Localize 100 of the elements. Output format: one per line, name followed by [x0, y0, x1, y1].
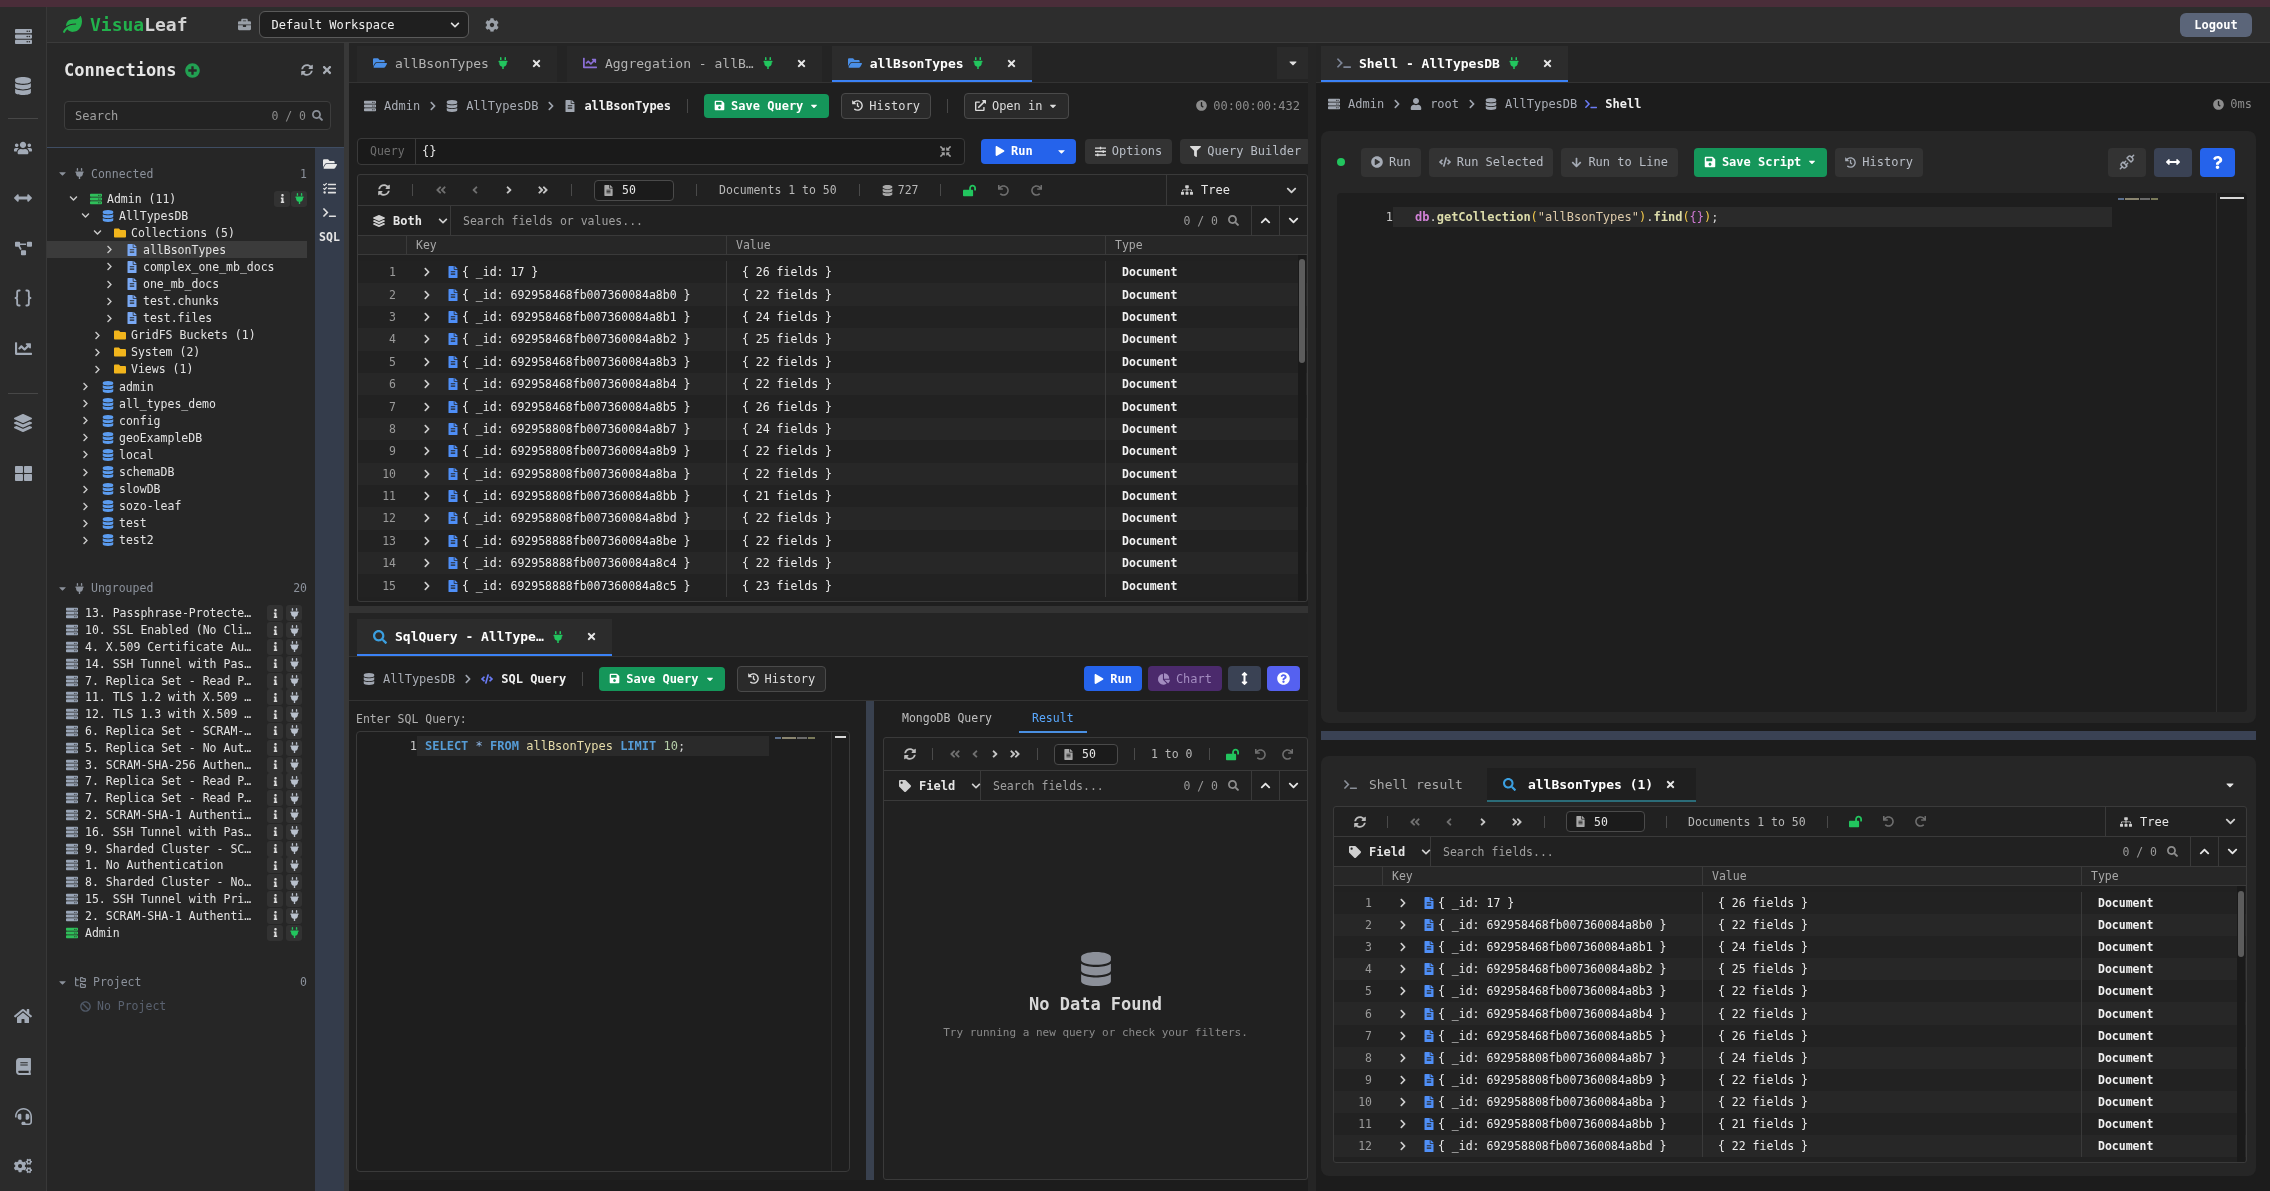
- database-icon[interactable]: [14, 77, 32, 95]
- folder-open-icon[interactable]: [322, 157, 337, 171]
- unlock-icon[interactable]: [963, 183, 977, 197]
- code-editor[interactable]: 1 SELECT * FROM allBsonTypes LIMIT 10;: [356, 731, 850, 1172]
- chevron-right-icon[interactable]: [1398, 1030, 1408, 1041]
- chevron-right-icon[interactable]: [105, 262, 114, 272]
- info-button[interactable]: [267, 638, 283, 655]
- breadcrumb-item[interactable]: Admin: [1348, 97, 1385, 111]
- breadcrumb-item[interactable]: SQL Query: [501, 671, 567, 686]
- tree-item[interactable]: local: [47, 446, 307, 464]
- search-icon[interactable]: [312, 110, 323, 121]
- tree-item[interactable]: System (2): [47, 343, 307, 361]
- breadcrumb-item[interactable]: Admin: [384, 98, 421, 113]
- tree-item[interactable]: Admin (11): [47, 190, 307, 208]
- users-icon[interactable]: [14, 139, 32, 157]
- chevron-right-icon[interactable]: [422, 468, 432, 479]
- open-in-button[interactable]: Open in: [963, 92, 1070, 119]
- chevron-right-icon[interactable]: [422, 379, 432, 390]
- tree-item[interactable]: allBsonTypes: [47, 241, 307, 259]
- page-size-field[interactable]: 50: [1054, 743, 1118, 765]
- tree-item[interactable]: sozo-leaf: [47, 497, 307, 515]
- column-header[interactable]: Key: [406, 236, 726, 254]
- tree-item[interactable]: complex_one_mb_docs: [47, 258, 307, 276]
- sql-tool[interactable]: SQL: [319, 230, 340, 244]
- group-label[interactable]: Connected: [91, 166, 154, 181]
- chevron-right-icon[interactable]: [1398, 1096, 1408, 1107]
- connection-item[interactable]: 13. Passphrase-Protecte…: [47, 604, 302, 622]
- breadcrumb-item[interactable]: Shell: [1605, 97, 1642, 111]
- chevron-right-icon[interactable]: [1398, 898, 1408, 909]
- info-button[interactable]: [267, 722, 283, 739]
- chevron-down-icon[interactable]: [2227, 846, 2238, 857]
- info-button[interactable]: [267, 907, 283, 924]
- chevron-right-icon[interactable]: [81, 501, 90, 511]
- chevron-up-icon[interactable]: [2199, 846, 2210, 857]
- chevron-right-icon[interactable]: [105, 245, 114, 255]
- search-field[interactable]: Search fields...: [1431, 837, 2123, 866]
- braces-icon[interactable]: [13, 288, 33, 308]
- info-button[interactable]: [267, 605, 283, 622]
- tab[interactable]: allBsonTypes: [357, 46, 557, 82]
- close-icon[interactable]: [585, 631, 597, 642]
- filter-select[interactable]: Field: [1334, 837, 1431, 866]
- tab[interactable]: allBsonTypes (1): [1486, 768, 1697, 802]
- chevron-right-icon[interactable]: [422, 311, 432, 322]
- connection-item[interactable]: 7. Replica Set - Read P…: [47, 789, 302, 807]
- chevron-up-icon[interactable]: [1260, 780, 1271, 791]
- chevron-right-icon[interactable]: [422, 423, 432, 434]
- vertical-arrows-button[interactable]: [1228, 666, 1261, 691]
- tree-item[interactable]: test.files: [47, 309, 307, 327]
- chevron-right-icon[interactable]: [422, 289, 432, 300]
- tree-item[interactable]: geoExampleDB: [47, 429, 307, 447]
- history-button[interactable]: History: [841, 92, 931, 119]
- tab[interactable]: MongoDB Query: [889, 705, 1005, 733]
- chevron-right-icon[interactable]: [1398, 986, 1408, 997]
- chevron-right-icon[interactable]: [81, 399, 90, 409]
- layers-icon[interactable]: [14, 414, 32, 432]
- chevron-right-icon[interactable]: [1398, 1052, 1408, 1063]
- info-button[interactable]: [267, 857, 283, 874]
- column-header[interactable]: Key: [1382, 867, 1702, 885]
- tree-item[interactable]: test.chunks: [47, 292, 307, 310]
- connection-item[interactable]: 10. SSL Enabled (No Cli…: [47, 621, 302, 639]
- chevron-right-icon[interactable]: [422, 491, 432, 502]
- tree-item[interactable]: Collections (5): [47, 224, 307, 242]
- chevron-right-icon[interactable]: [105, 313, 114, 323]
- close-icon[interactable]: [795, 57, 807, 69]
- view-select[interactable]: Tree: [1166, 175, 1307, 205]
- search-icon[interactable]: [1228, 780, 1239, 791]
- tree-item[interactable]: GridFS Buckets (1): [47, 326, 307, 344]
- last-page-icon[interactable]: [1511, 815, 1523, 828]
- tree-item[interactable]: Views (1): [47, 360, 307, 379]
- close-icon[interactable]: [1541, 57, 1553, 69]
- column-header[interactable]: Type: [2081, 867, 2246, 885]
- chevron-right-icon[interactable]: [81, 416, 90, 426]
- server-icon[interactable]: [14, 27, 32, 45]
- connection-item[interactable]: 7. Replica Set - Read P…: [47, 772, 302, 790]
- run-button[interactable]: Run: [981, 138, 1047, 164]
- save-query-button[interactable]: Save Query: [704, 93, 830, 118]
- search-field[interactable]: Search fields...: [981, 771, 1184, 800]
- connection-item[interactable]: 7. Replica Set - Read P…: [47, 672, 302, 689]
- connection-item[interactable]: 9. Sharded Cluster - SC…: [47, 840, 302, 857]
- refresh-icon[interactable]: [1354, 815, 1366, 828]
- tree-item[interactable]: AllTypesDB: [47, 207, 307, 225]
- undo-icon[interactable]: [1882, 816, 1894, 827]
- scrollbar[interactable]: [835, 736, 846, 738]
- tree-item[interactable]: slowDB: [47, 480, 307, 498]
- refresh-icon[interactable]: [301, 64, 313, 76]
- connection-item[interactable]: 1. No Authentication: [47, 856, 302, 874]
- tab[interactable]: SqlQuery - AllType…: [357, 619, 612, 656]
- chevron-right-icon[interactable]: [81, 518, 90, 528]
- connection-item[interactable]: 14. SSH Tunnel with Pas…: [47, 655, 302, 673]
- undo-icon[interactable]: [998, 184, 1010, 196]
- connection-item[interactable]: 8. Sharded Cluster - No…: [47, 873, 302, 891]
- redo-icon[interactable]: [1281, 748, 1293, 760]
- options-button[interactable]: Options: [1084, 138, 1173, 164]
- tab[interactable]: Shell result: [1336, 768, 1483, 802]
- help-button[interactable]: [2200, 147, 2235, 177]
- search-icon[interactable]: [2167, 846, 2178, 857]
- chevron-right-icon[interactable]: [81, 484, 90, 494]
- filter-select[interactable]: Field: [884, 771, 981, 800]
- info-button[interactable]: [267, 874, 283, 891]
- info-button[interactable]: [267, 756, 283, 773]
